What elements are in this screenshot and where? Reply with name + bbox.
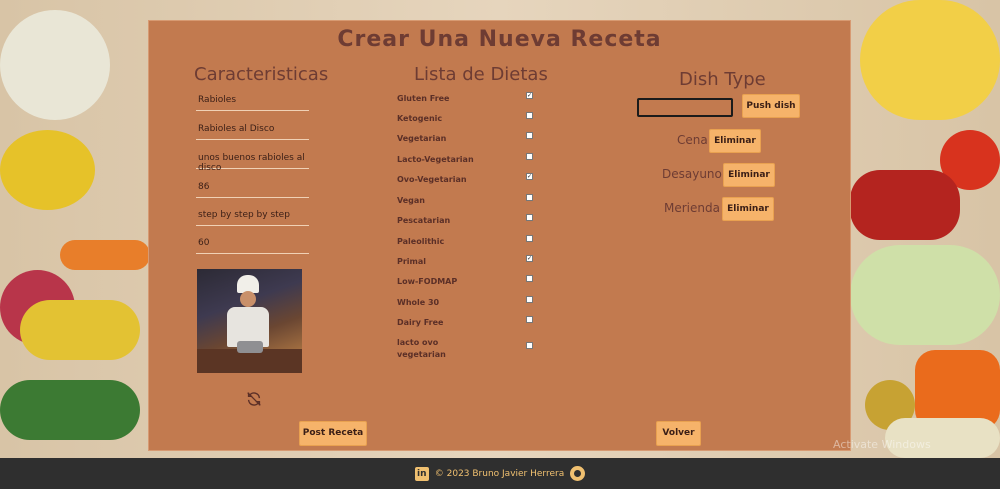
diet-checkbox-low-fodmap[interactable] — [526, 275, 533, 282]
footer-copyright: © 2023 Bruno Javier Herrera — [434, 468, 565, 479]
time-field[interactable]: 60 — [196, 234, 309, 254]
diet-label: Vegetarian — [397, 134, 447, 143]
summary-field[interactable]: unos buenos rabioles al disco — [196, 149, 309, 173]
diet-checkbox-whole-30[interactable] — [526, 296, 533, 303]
diet-checkbox-primal[interactable]: ✓ — [526, 255, 533, 262]
diets-heading: Lista de Dietas — [414, 64, 548, 85]
github-icon[interactable] — [570, 466, 586, 481]
back-button[interactable]: Volver — [656, 421, 701, 446]
dish-type-heading: Dish Type — [679, 69, 766, 90]
page-title: Crear Una Nueva Receta — [337, 27, 662, 52]
diet-checkbox-vegan[interactable] — [526, 194, 533, 201]
dish-type-item: Cena — [677, 133, 708, 147]
diet-label: Paleolithic — [397, 237, 445, 246]
cherry-tomatoes-shape — [850, 170, 960, 240]
diet-label: Whole 30 — [397, 298, 440, 307]
diet-checkbox-paleolithic[interactable] — [526, 235, 533, 242]
diet-label: Dairy Free — [397, 318, 444, 327]
diet-label: Ovo-Vegetarian — [397, 175, 467, 184]
carrot-shape — [60, 240, 150, 270]
diet-checkbox-dairy-free[interactable] — [526, 316, 533, 323]
dish-type-input[interactable] — [637, 98, 733, 117]
cauliflower-shape — [0, 10, 110, 120]
diet-label: Gluten Free — [397, 94, 450, 103]
diet-checkbox-lacto-vegetarian[interactable] — [526, 153, 533, 160]
refresh-icon[interactable] — [245, 390, 263, 408]
push-dish-button[interactable]: Push dish — [742, 94, 800, 118]
post-recipe-button[interactable]: Post Receta — [299, 421, 367, 446]
banana-shape — [860, 0, 1000, 120]
diet-label: Low-FODMAP — [397, 277, 458, 286]
name-field[interactable]: Rabioles — [196, 91, 309, 111]
diet-label: Lacto-Vegetarian — [397, 155, 474, 164]
health-score-field[interactable]: 86 — [196, 178, 309, 198]
characteristics-heading: Caracteristicas — [194, 64, 329, 85]
pepper-shape — [0, 130, 95, 210]
remove-cena-button[interactable]: Eliminar — [709, 129, 761, 153]
remove-desayuno-button[interactable]: Eliminar — [723, 163, 775, 187]
cucumber-shape — [0, 380, 140, 440]
dish-type-item: Merienda — [664, 201, 720, 215]
diet-label: Vegan — [397, 196, 425, 205]
chef-face-shape — [240, 291, 256, 307]
remove-merienda-button[interactable]: Eliminar — [722, 197, 774, 221]
windows-activation-watermark: Activate Windows — [833, 438, 931, 451]
steps-field[interactable]: step by step by step — [196, 206, 309, 226]
diet-checkbox-lacto-ovo-vegetarian[interactable] — [526, 342, 533, 349]
footer: in © 2023 Bruno Javier Herrera — [0, 458, 1000, 489]
dish-type-item: Desayuno — [662, 167, 722, 181]
diet-checkbox-ketogenic[interactable] — [526, 112, 533, 119]
pot-shape — [237, 341, 263, 353]
recipe-image — [197, 269, 302, 373]
diet-label: Pescatarian — [397, 216, 451, 225]
diet-checkbox-vegetarian[interactable] — [526, 132, 533, 139]
diet-label: lacto ovo vegetarian — [397, 338, 446, 359]
cabbage-shape — [850, 245, 1000, 345]
diet-checkbox-pescatarian[interactable] — [526, 214, 533, 221]
recipe-form-card: Crear Una Nueva Receta Caracteristicas R… — [148, 20, 851, 451]
diet-label: Ketogenic — [397, 114, 443, 123]
linkedin-icon[interactable]: in — [414, 466, 429, 481]
diet-checkbox-ovo-vegetarian[interactable]: ✓ — [526, 173, 533, 180]
diet-checkbox-gluten-free[interactable]: ✓ — [526, 92, 533, 99]
title-field[interactable]: Rabioles al Disco — [196, 120, 309, 140]
zucchini-shape — [20, 300, 140, 360]
diet-label: Primal — [397, 257, 427, 266]
